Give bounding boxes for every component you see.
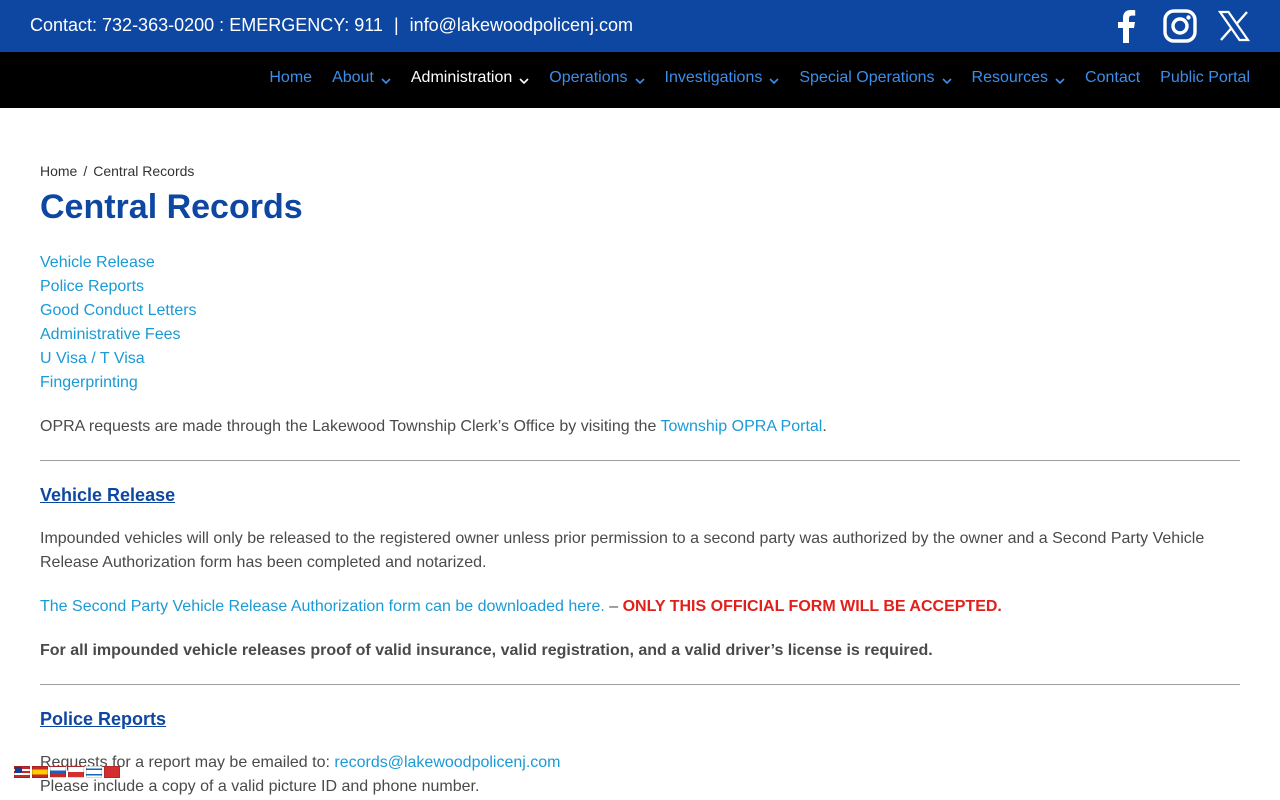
nav-item-investigations[interactable]: Investigations (665, 69, 780, 87)
contact-divider: | (393, 15, 399, 35)
vehicle-release-heading[interactable]: Vehicle Release (40, 483, 1240, 507)
main-content: Home / Central Records Central Records V… (40, 163, 1240, 799)
nav-label: About (332, 69, 374, 86)
section-divider (40, 460, 1240, 461)
quick-link-fingerprinting[interactable]: Fingerprinting (40, 374, 138, 391)
nav-item-contact[interactable]: Contact (1085, 69, 1140, 87)
china-flag-icon[interactable] (104, 766, 120, 778)
nav-item-administration[interactable]: Administration (411, 69, 529, 87)
contact-info: Contact: 732-363-0200 : EMERGENCY: 911 |… (30, 15, 633, 36)
russia-flag-icon[interactable] (50, 766, 66, 778)
nav-label: Investigations (664, 69, 763, 86)
nav-label: Public Portal (1160, 69, 1250, 86)
police-reports-id-text: Please include a copy of a valid picture… (40, 778, 480, 795)
breadcrumb: Home / Central Records (40, 163, 1240, 179)
us-flag-icon[interactable] (14, 766, 30, 778)
breadcrumb-current: Central Records (93, 163, 195, 179)
quick-link-u-t-visa[interactable]: U Visa / T Visa (40, 350, 145, 367)
chevron-down-icon (519, 73, 529, 85)
nav-list: Home About Administration Operations Investi… (269, 69, 1250, 87)
second-party-form-link[interactable]: The Second Party Vehicle Release Authori… (40, 598, 605, 615)
facebook-icon[interactable] (1108, 8, 1144, 44)
quick-link-vehicle-release[interactable]: Vehicle Release (40, 254, 155, 271)
vehicle-release-paragraph: Impounded vehicles will only be released… (40, 530, 1205, 571)
chevron-down-icon (941, 73, 952, 85)
quick-links: Vehicle Release Police Reports Good Cond… (40, 251, 1240, 395)
quick-link-administrative-fees[interactable]: Administrative Fees (40, 326, 181, 343)
quick-link-police-reports[interactable]: Police Reports (40, 278, 144, 295)
main-navigation: Home About Administration Operations Investi… (0, 52, 1280, 108)
contact-phone[interactable]: Contact: 732-363-0200 (30, 15, 214, 35)
nav-item-special-operations[interactable]: Special Operations (799, 69, 952, 87)
nav-item-operations[interactable]: Operations (549, 69, 645, 87)
nav-label: Home (269, 69, 313, 86)
language-flags (14, 766, 120, 778)
breadcrumb-home[interactable]: Home (40, 163, 77, 179)
township-opra-portal-link[interactable]: Township OPRA Portal (661, 418, 823, 435)
nav-label: Contact (1085, 69, 1141, 86)
nav-item-home[interactable]: Home (269, 69, 312, 87)
nav-item-resources[interactable]: Resources (972, 69, 1065, 87)
breadcrumb-separator: / (83, 163, 88, 179)
emergency-phone[interactable]: EMERGENCY: 911 (229, 15, 383, 35)
opra-paragraph: OPRA requests are made through the Lakew… (40, 415, 1240, 439)
nav-label: Administration (410, 69, 513, 86)
chevron-down-icon (769, 73, 779, 85)
page-title: Central Records (40, 188, 303, 226)
chevron-down-icon (1055, 73, 1065, 85)
police-reports-request: Requests for a report may be emailed to:… (40, 751, 1240, 775)
vehicle-release-requirement: For all impounded vehicle releases proof… (40, 642, 933, 659)
section-divider (40, 684, 1240, 685)
vehicle-release-form-paragraph: The Second Party Vehicle Release Authori… (40, 595, 1240, 619)
nav-label: Resources (971, 69, 1049, 86)
nav-item-public-portal[interactable]: Public Portal (1160, 69, 1250, 87)
form-dash: – (604, 598, 623, 615)
nav-label: Operations (549, 69, 628, 86)
contact-separator: : (219, 15, 225, 35)
opra-text: OPRA requests are made through the Lakew… (40, 418, 661, 435)
police-reports-heading[interactable]: Police Reports (40, 707, 1240, 731)
chevron-down-icon (634, 73, 645, 85)
poland-flag-icon[interactable] (68, 766, 84, 778)
instagram-icon[interactable] (1162, 8, 1198, 44)
nav-item-about[interactable]: About (332, 69, 391, 87)
social-links (1108, 8, 1252, 44)
chevron-down-icon (381, 73, 391, 85)
quick-link-good-conduct-letters[interactable]: Good Conduct Letters (40, 302, 197, 319)
official-form-warning: ONLY THIS OFFICIAL FORM WILL BE ACCEPTED… (622, 598, 1002, 615)
x-twitter-icon[interactable] (1216, 8, 1252, 44)
spain-flag-icon[interactable] (32, 766, 48, 778)
nav-label: Special Operations (799, 69, 935, 86)
contact-email[interactable]: info@lakewoodpolicenj.com (410, 15, 633, 35)
opra-end: . (822, 418, 827, 435)
israel-flag-icon[interactable] (86, 766, 102, 778)
records-email-link[interactable]: records@lakewoodpolicenj.com (334, 754, 560, 771)
top-contact-bar: Contact: 732-363-0200 : EMERGENCY: 911 |… (0, 0, 1280, 52)
